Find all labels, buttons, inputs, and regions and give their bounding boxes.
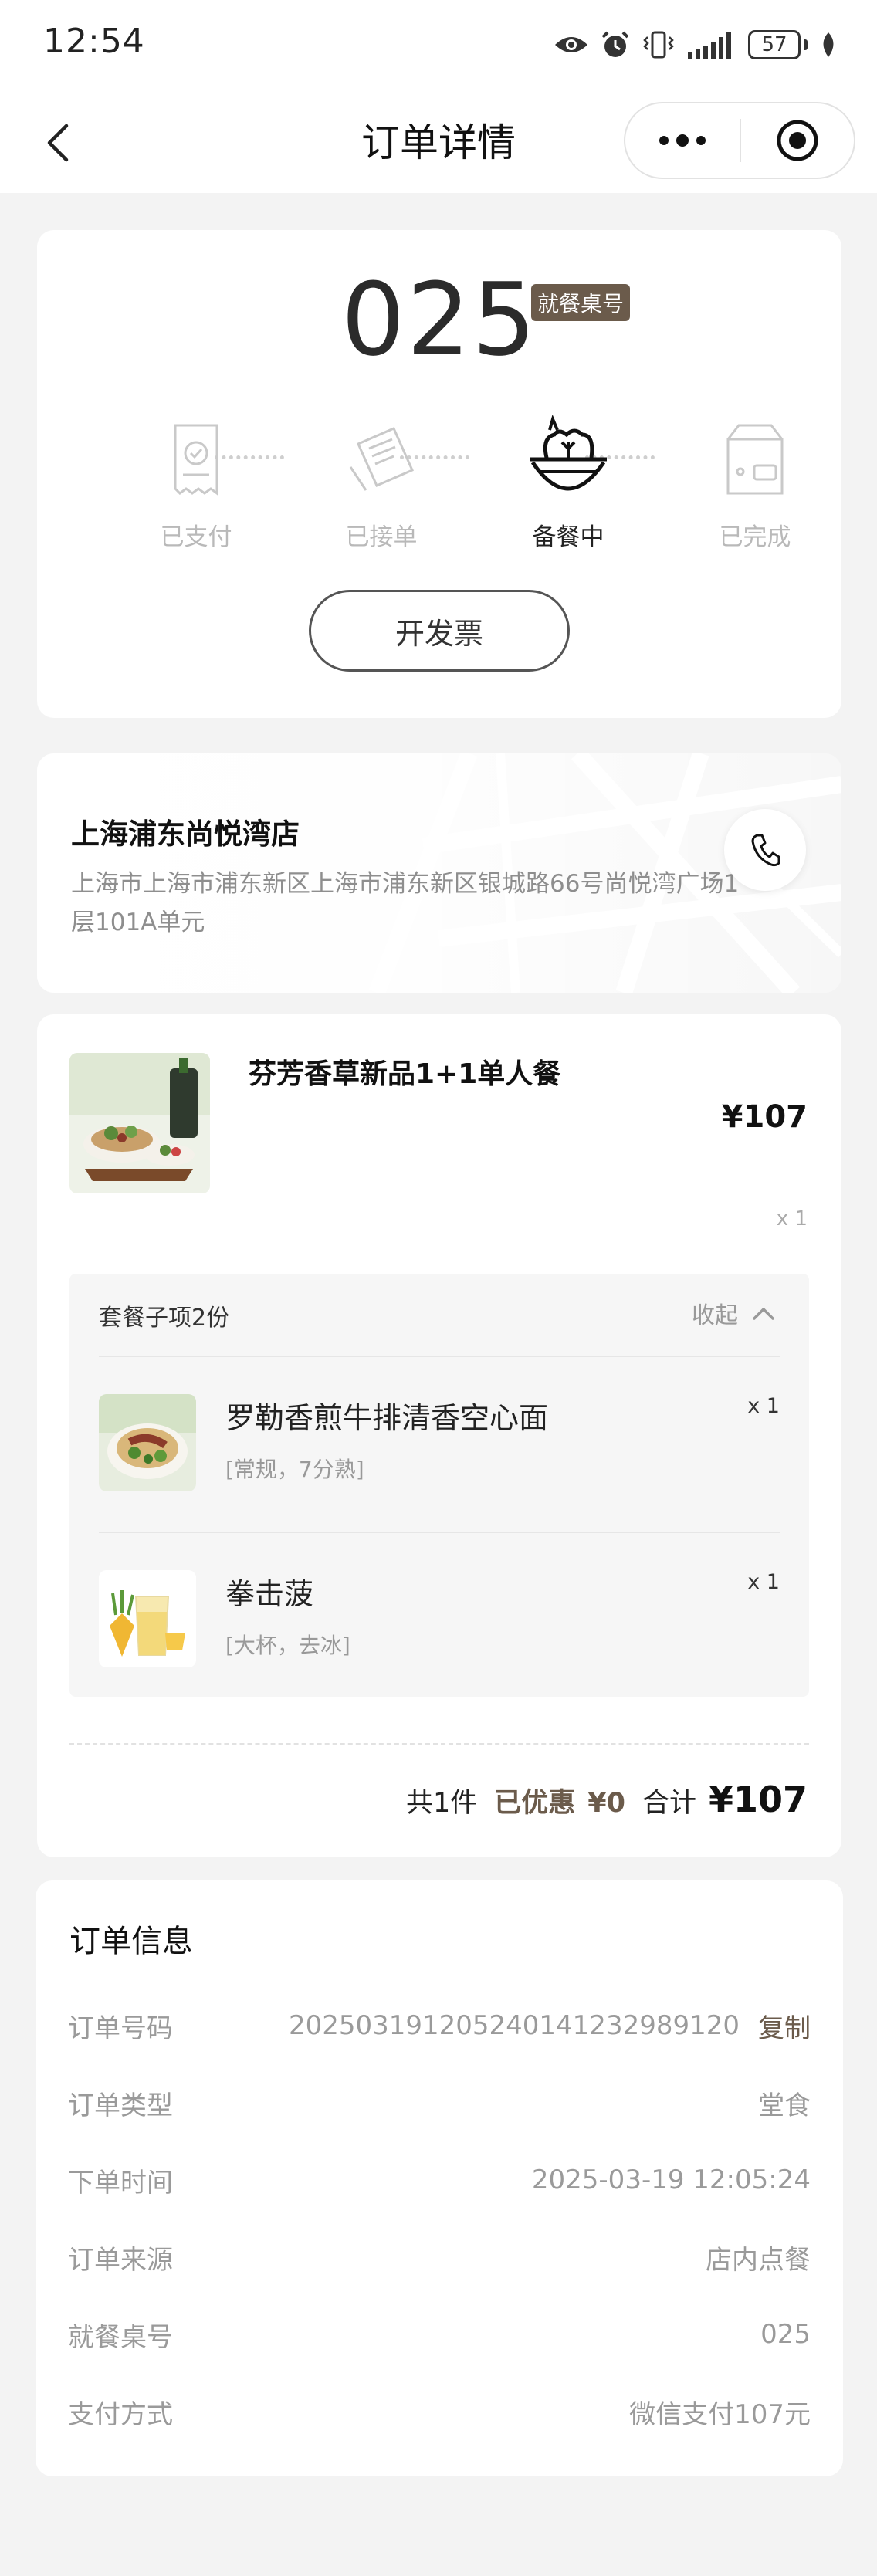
item-count: 共1件 xyxy=(405,1788,478,1819)
store-address: 上海市上海市浦东新区上海市浦东新区银城路66号尚悦湾广场1层101A单元 xyxy=(71,870,740,936)
info-value: 025 xyxy=(760,2319,811,2350)
sub-item-quantity: x 1 xyxy=(747,1394,780,1418)
collapse-label: 收起 xyxy=(692,1302,738,1329)
info-row-order-source: 订单来源 店内点餐 xyxy=(68,2234,811,2280)
dashed-divider xyxy=(69,1743,809,1745)
divider xyxy=(99,1532,780,1533)
copy-order-number-button[interactable]: 复制 xyxy=(758,2007,811,2045)
status-time: 12:54 xyxy=(43,22,145,61)
close-button[interactable] xyxy=(741,103,854,178)
receipt-check-icon xyxy=(174,424,218,496)
mini-program-capsule xyxy=(624,102,855,179)
combo-sub-item: 罗勒香煎牛排清香空心面 [常规，7分熟] x 1 xyxy=(99,1394,780,1541)
sub-item-name: 拳击菠 xyxy=(225,1577,314,1611)
order-ticket-icon xyxy=(349,427,414,491)
info-value: 20250319120524014123298912​0 复制 xyxy=(289,2007,811,2045)
call-store-button[interactable] xyxy=(724,809,806,891)
phone-icon xyxy=(751,834,780,867)
step-accepted: 已接单 xyxy=(320,409,443,552)
info-row-order-type: 订单类型 堂食 xyxy=(68,2080,811,2126)
product-image xyxy=(69,1053,210,1193)
step-label: 已完成 xyxy=(719,523,791,551)
info-label: 订单来源 xyxy=(68,2244,173,2276)
table-number-badge: 就餐桌号 xyxy=(531,284,631,321)
store-card: 上海浦东尚悦湾店 上海市上海市浦东新区上海市浦东新区银城路66号尚悦湾广场1层1… xyxy=(37,753,841,993)
order-info-title: 订单信息 xyxy=(69,1924,193,1959)
order-summary: 共1件 已优惠 ¥0 合计 ¥107 xyxy=(406,1779,808,1825)
step-label: 已接单 xyxy=(345,523,418,551)
info-row-order-time: 下单时间 2025-03-19 12:05:24 xyxy=(68,2157,811,2203)
info-value: 堂食 xyxy=(758,2090,811,2121)
table-number: 025 xyxy=(340,261,538,378)
step-completed: 已完成 xyxy=(693,409,817,552)
step-label: 已支付 xyxy=(160,523,232,551)
order-progress-steps: 已支付 已接单 备餐中 已完成 xyxy=(37,409,841,564)
product-price: ¥107 xyxy=(721,1099,808,1135)
divider xyxy=(99,1356,780,1357)
order-status-card: 025 就餐桌号 已支付 已接单 备餐中 已完成 开发票 xyxy=(37,230,841,718)
signal-icon xyxy=(688,32,731,59)
more-dots-icon xyxy=(659,134,706,147)
battery-tip xyxy=(804,39,808,50)
leaf-icon xyxy=(823,32,834,57)
info-label: 订单类型 xyxy=(68,2090,173,2121)
combo-items-panel: 套餐子项2份 收起 罗勒香煎牛排清香空心面 [常规，7分熟] x 1 拳击菠 [… xyxy=(69,1274,809,1697)
info-label: 支付方式 xyxy=(68,2398,173,2430)
sub-item-spec: [大杯，去冰] xyxy=(225,1633,350,1658)
step-preparing: 备餐中 xyxy=(506,409,630,552)
battery-level: 57 xyxy=(748,30,801,59)
info-row-table-number: 就餐桌号 025 xyxy=(68,2311,811,2358)
info-value: 微信支付107元 xyxy=(629,2398,811,2430)
more-button[interactable] xyxy=(625,103,740,178)
vibrate-icon xyxy=(643,31,674,59)
nav-bar: 订单详情 xyxy=(0,93,877,193)
order-number: 20250319120524014123298912​0 xyxy=(288,2010,740,2041)
discount-label: 已优惠 xyxy=(494,1788,576,1819)
invoice-button[interactable]: 开发票 xyxy=(309,590,570,672)
sub-item-image xyxy=(99,1394,196,1491)
info-label: 订单号码 xyxy=(68,2012,173,2044)
target-close-icon xyxy=(777,120,818,161)
total-label: 合计 xyxy=(642,1788,696,1819)
info-label: 就餐桌号 xyxy=(68,2321,173,2353)
combo-items-label: 套餐子项2份 xyxy=(99,1305,230,1332)
salad-bowl-icon xyxy=(530,415,607,491)
chevron-up-icon xyxy=(753,1308,774,1320)
sub-item-quantity: x 1 xyxy=(747,1570,780,1594)
battery-indicator: 57 xyxy=(748,30,808,59)
status-icons: 57 xyxy=(554,23,838,66)
sub-item-name: 罗勒香煎牛排清香空心面 xyxy=(225,1401,549,1435)
product-card: 芬芳香草新品1+1单人餐 ¥107 x 1 套餐子项2份 收起 罗勒香煎牛排清香… xyxy=(37,1014,841,1857)
alarm-icon xyxy=(601,31,629,57)
total-amount: ¥107 xyxy=(708,1779,808,1820)
discount-amount: ¥0 xyxy=(587,1788,625,1819)
info-row-order-number: 订单号码 20250319120524014123298912​0 复制 xyxy=(68,2002,811,2049)
order-info-card: 订单信息 订单号码 20250319120524014123298912​0 复… xyxy=(36,1880,843,2476)
info-value: 店内点餐 xyxy=(706,2244,811,2276)
step-paid: 已支付 xyxy=(134,409,258,552)
product-quantity: x 1 xyxy=(776,1207,808,1230)
sub-item-spec: [常规，7分熟] xyxy=(225,1457,364,1482)
sub-item-image xyxy=(99,1570,196,1667)
product-name: 芬芳香草新品1+1单人餐 xyxy=(249,1058,561,1090)
info-label: 下单时间 xyxy=(68,2167,173,2199)
takeout-bag-icon xyxy=(726,424,784,495)
store-name: 上海浦东尚悦湾店 xyxy=(71,817,300,851)
combo-sub-item: 拳击菠 [大杯，去冰] x 1 xyxy=(99,1570,780,1717)
info-row-payment-method: 支付方式 微信支付107元 xyxy=(68,2388,811,2435)
step-label: 备餐中 xyxy=(532,523,604,551)
status-bar: 12:54 57 xyxy=(0,0,877,93)
info-value: 2025-03-19 12:05:24 xyxy=(531,2165,811,2195)
eye-icon xyxy=(555,37,587,52)
collapse-toggle[interactable]: 收起 xyxy=(692,1294,775,1332)
